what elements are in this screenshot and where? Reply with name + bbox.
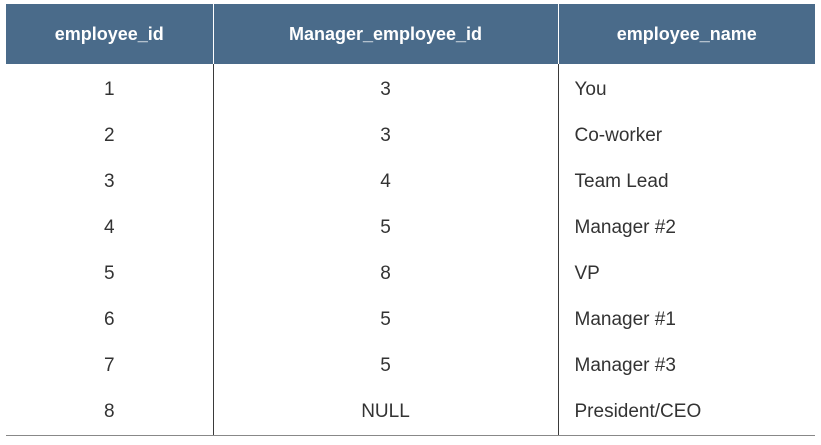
cell-manager-employee-id: 5: [213, 297, 559, 343]
header-employee-name: employee_name: [558, 4, 815, 64]
cell-manager-employee-id: 4: [213, 159, 559, 205]
header-employee-id: employee_id: [6, 4, 214, 64]
cell-employee-name: You: [574, 79, 607, 100]
cell-employee-id: 5: [6, 251, 214, 297]
table-row: 1 3 You: [6, 64, 815, 113]
table-row: 5 8 VP: [6, 251, 815, 297]
cell-employee-name: VP: [574, 263, 600, 284]
employee-table: employee_id Manager_employee_id employee…: [6, 4, 815, 436]
cell-employee-id: 3: [6, 159, 214, 205]
cell-employee-name: Manager #3: [574, 355, 676, 376]
cell-employee-name: President/CEO: [558, 389, 815, 436]
table-row: 2 3 Co-worker: [6, 113, 815, 159]
cell-employee-id: 6: [6, 297, 214, 343]
table-row: 3 4 Team Lead: [6, 159, 815, 205]
cell-manager-employee-id: NULL: [213, 389, 559, 436]
cell-manager-employee-id: 3: [213, 113, 559, 159]
cell-employee-name: Manager #2: [574, 217, 676, 238]
cell-employee-id: 2: [6, 113, 214, 159]
cell-employee-id: 4: [6, 205, 214, 251]
table-row: 4 5 Manager #2: [6, 205, 815, 251]
cell-manager-employee-id: 5: [213, 343, 559, 389]
cell-employee-id: 1: [6, 64, 214, 113]
table-row: 8 NULL President/CEO: [6, 389, 815, 436]
table-body: 1 3 You 2 3 Co-worker 3 4 Team Lead 4 5 …: [6, 64, 815, 436]
cell-employee-id: 8: [6, 389, 214, 436]
table-header: employee_id Manager_employee_id employee…: [6, 4, 815, 64]
cell-manager-employee-id: 3: [213, 64, 559, 113]
cell-manager-employee-id: 5: [213, 205, 559, 251]
table-row: 6 5 Manager #1: [6, 297, 815, 343]
cell-employee-id: 7: [6, 343, 214, 389]
header-manager-employee-id: Manager_employee_id: [213, 4, 559, 64]
cell-manager-employee-id: 8: [213, 251, 559, 297]
cell-employee-name: Manager #1: [574, 309, 676, 330]
header-row: employee_id Manager_employee_id employee…: [6, 4, 815, 64]
table-row: 7 5 Manager #3: [6, 343, 815, 389]
employee-table-container: employee_id Manager_employee_id employee…: [6, 4, 815, 436]
cell-employee-name: Team Lead: [574, 171, 669, 192]
cell-employee-name: Co-worker: [574, 125, 663, 146]
